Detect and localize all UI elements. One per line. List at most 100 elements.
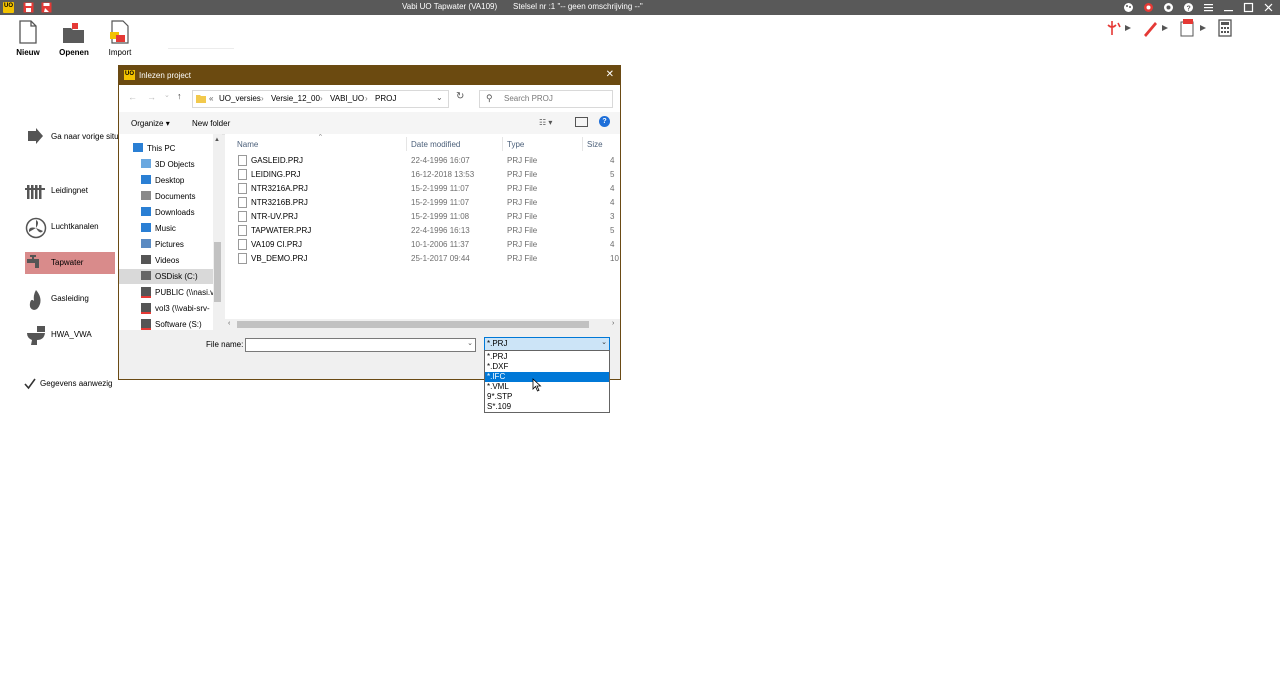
tree-item-label: Pictures	[155, 240, 184, 249]
file-type-option[interactable]: *.IFC	[485, 372, 609, 382]
nav-item-tapwater[interactable]: Tapwater	[25, 252, 115, 274]
file-date: 22-4-1996 16:07	[411, 156, 470, 165]
scroll-up-arrow[interactable]: ▲	[214, 137, 220, 143]
help-icon[interactable]: ?	[599, 116, 610, 127]
file-date: 10-1-2006 11:37	[411, 240, 470, 249]
forward-arrow-icon[interactable]: →	[147, 92, 156, 102]
back-arrow-icon[interactable]: ←	[128, 92, 137, 102]
tree-item-label: PUBLIC (\\nasi.v	[155, 288, 215, 297]
file-type: PRJ File	[507, 170, 538, 179]
table-row[interactable]: NTR3216B.PRJ 15-2-1999 11:07 PRJ File 4	[225, 195, 620, 209]
column-header-type[interactable]: Type	[507, 140, 524, 149]
file-type-option[interactable]: S*.109	[485, 402, 609, 412]
folder-icon	[196, 95, 206, 103]
horizontal-scroll-thumb[interactable]	[237, 321, 589, 328]
open-button[interactable]: Openen	[51, 18, 97, 60]
help-icon[interactable]: ?	[1183, 2, 1194, 13]
preview-pane-icon[interactable]	[575, 117, 588, 127]
file-list-horizontal-scrollbar[interactable]: ‹ ›	[225, 319, 620, 330]
dialog-title-bar[interactable]: UO Inlezen project ✕	[119, 66, 620, 85]
nav-previous-situation[interactable]: Ga naar vorige situa	[25, 126, 125, 148]
cube-icon	[141, 159, 151, 168]
minimize-icon[interactable]	[1223, 2, 1234, 13]
recent-chevron-icon[interactable]: ⌄	[164, 91, 170, 99]
import-label: Import	[108, 48, 132, 57]
data-present-indicator: Gegevens aanwezig	[24, 373, 124, 395]
dialog-close-button[interactable]: ✕	[606, 69, 614, 80]
new-button[interactable]: Nieuw	[5, 18, 51, 60]
save-icon[interactable]	[23, 2, 34, 13]
refresh-icon[interactable]: ↻	[456, 91, 464, 102]
new-folder-button[interactable]: New folder	[192, 119, 230, 128]
data-present-label: Gegevens aanwezig	[40, 379, 113, 388]
file-name: GASLEID.PRJ	[251, 156, 304, 165]
nav-item-gasleiding[interactable]: Gasleiding	[25, 288, 115, 310]
menu-icon[interactable]	[1203, 2, 1214, 13]
file-type-option[interactable]: *.DXF	[485, 362, 609, 372]
new-label: Nieuw	[16, 48, 40, 57]
nav-item-luchtkanalen[interactable]: Luchtkanalen	[25, 216, 115, 239]
column-header-name[interactable]: Name	[237, 140, 258, 149]
gear-icon[interactable]	[1163, 2, 1174, 13]
view-options-icon[interactable]: ☷ ▾	[539, 118, 552, 127]
import-button[interactable]: Import	[97, 18, 143, 60]
address-dropdown-icon[interactable]: ⌄	[436, 93, 443, 102]
dialog-title: Inlezen project	[139, 71, 192, 80]
file-name-input[interactable]: ⌄	[245, 338, 476, 352]
file-type-option[interactable]: 9*.STP	[485, 392, 609, 402]
file-name: NTR3216B.PRJ	[251, 198, 308, 207]
close-icon[interactable]	[1263, 2, 1274, 13]
sort-arrow-icon: ^	[319, 134, 322, 140]
file-type-selected: *.PRJ	[487, 339, 508, 348]
app-logo: UO	[3, 2, 14, 13]
file-type-option[interactable]: *.PRJ	[485, 352, 609, 362]
file-type-option[interactable]: *.VML	[485, 382, 609, 392]
dialog-logo: UO	[124, 70, 135, 80]
tree-scroll-thumb[interactable]	[214, 242, 221, 302]
table-row[interactable]: VB_DEMO.PRJ 25-1-2017 09:44 PRJ File 10	[225, 251, 620, 265]
open-project-dialog: UO Inlezen project ✕ ← → ⌄ ↑ « UO_versie…	[118, 65, 621, 380]
table-row[interactable]: TAPWATER.PRJ 22-4-1996 16:13 PRJ File 5	[225, 223, 620, 237]
maximize-icon[interactable]	[1243, 2, 1254, 13]
file-size: 10	[610, 254, 619, 263]
table-row[interactable]: LEIDING.PRJ 16-12-2018 13:53 PRJ File 5	[225, 167, 620, 181]
breadcrumb-item[interactable]: VABI_UO	[330, 94, 364, 103]
column-header-size[interactable]: Size	[587, 140, 603, 149]
nav-item-hwa-vwa[interactable]: HWA_VWA	[25, 324, 115, 346]
column-header-date[interactable]: Date modified	[411, 140, 460, 149]
tree-scrollbar[interactable]: ▲	[213, 134, 222, 330]
pipe-tool-icon[interactable]	[1106, 19, 1134, 37]
up-arrow-icon[interactable]: ↑	[177, 91, 182, 101]
gear-red-icon[interactable]	[1143, 2, 1154, 13]
breadcrumb-item[interactable]: Versie_12_00	[271, 94, 320, 103]
breadcrumb-item[interactable]: UO_versies	[219, 94, 261, 103]
nav-item-leidingnet[interactable]: Leidingnet	[25, 180, 115, 202]
settings-palette-icon[interactable]	[1123, 2, 1134, 13]
tree-item[interactable]: OSDisk (C:)	[119, 269, 213, 284]
address-bar[interactable]: « UO_versies › Versie_12_00 › VABI_UO › …	[192, 90, 449, 108]
open-label: Openen	[59, 48, 89, 57]
file-icon	[238, 183, 247, 194]
file-date: 15-2-1999 11:07	[411, 198, 470, 207]
calculator-icon[interactable]	[1218, 19, 1232, 37]
table-row[interactable]: VA109 CI.PRJ 10-1-2006 11:37 PRJ File 4	[225, 237, 620, 251]
pencil-tool-icon[interactable]	[1142, 19, 1174, 37]
scroll-left-arrow[interactable]: ‹	[228, 320, 230, 327]
table-row[interactable]: GASLEID.PRJ 22-4-1996 16:07 PRJ File 4	[225, 153, 620, 167]
file-date: 16-12-2018 13:53	[411, 170, 475, 179]
breadcrumb-item[interactable]: PROJ	[375, 94, 396, 103]
file-type-option-label: 9*.STP	[487, 392, 513, 401]
search-box[interactable]: ⚲ Search PROJ	[479, 90, 613, 108]
file-name-dropdown-icon[interactable]: ⌄	[467, 339, 473, 347]
save-as-icon[interactable]	[41, 2, 52, 13]
report-tool-icon[interactable]	[1178, 19, 1212, 37]
table-row[interactable]: NTR-UV.PRJ 15-2-1999 11:08 PRJ File 3	[225, 209, 620, 223]
organize-button[interactable]: Organize ▾	[131, 119, 170, 128]
tree-item-label: This PC	[147, 144, 176, 153]
file-date: 22-4-1996 16:13	[411, 226, 470, 235]
file-size: 4	[610, 156, 615, 165]
tree-item-label: Videos	[155, 256, 180, 265]
table-row[interactable]: NTR3216A.PRJ 15-2-1999 11:07 PRJ File 4	[225, 181, 620, 195]
file-type-select[interactable]: *.PRJ ⌄	[484, 337, 610, 351]
scroll-right-arrow[interactable]: ›	[612, 320, 614, 327]
